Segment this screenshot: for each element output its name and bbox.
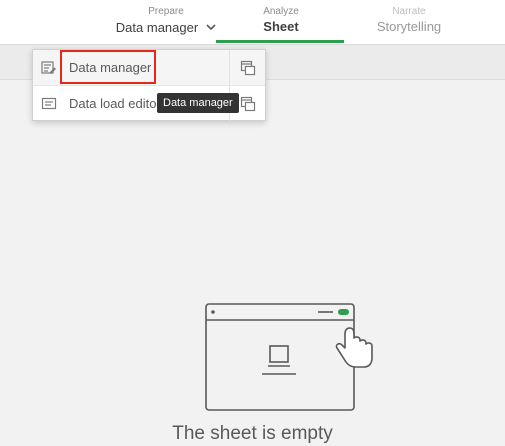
- tab-prepare[interactable]: Prepare Data manager: [96, 6, 236, 36]
- empty-sheet-illustration: [200, 298, 380, 416]
- data-manager-icon: [41, 60, 57, 76]
- active-tab-indicator: [216, 40, 344, 43]
- tab-narrate-sublabel: Narrate: [392, 6, 426, 17]
- new-tab-icon: [240, 60, 256, 76]
- app-window: Prepare Data manager Analyze Sheet Narra…: [0, 0, 505, 446]
- new-tab-icon: [240, 96, 256, 112]
- menu-item-data-manager[interactable]: Data manager: [33, 50, 265, 85]
- menu-item-data-manager-label: Data manager: [69, 60, 152, 75]
- open-data-manager-new-tab-button[interactable]: [229, 50, 265, 85]
- tooltip: Data manager: [157, 93, 239, 113]
- top-navigation: Prepare Data manager Analyze Sheet Narra…: [0, 0, 505, 45]
- data-load-editor-icon: [41, 96, 57, 112]
- tab-prepare-sublabel: Prepare: [148, 6, 184, 17]
- chevron-down-icon[interactable]: [206, 19, 216, 35]
- tab-analyze-sublabel: Analyze: [263, 6, 299, 17]
- tab-analyze[interactable]: Analyze Sheet: [216, 6, 346, 35]
- tab-prepare-label-text: Data manager: [115, 20, 199, 35]
- tab-analyze-label: Sheet: [263, 19, 299, 34]
- tab-narrate[interactable]: Narrate Storytelling: [344, 6, 474, 35]
- tab-prepare-label: Data manager: [96, 19, 236, 36]
- empty-sheet-message: The sheet is empty: [172, 423, 333, 444]
- tab-narrate-label: Storytelling: [376, 19, 442, 34]
